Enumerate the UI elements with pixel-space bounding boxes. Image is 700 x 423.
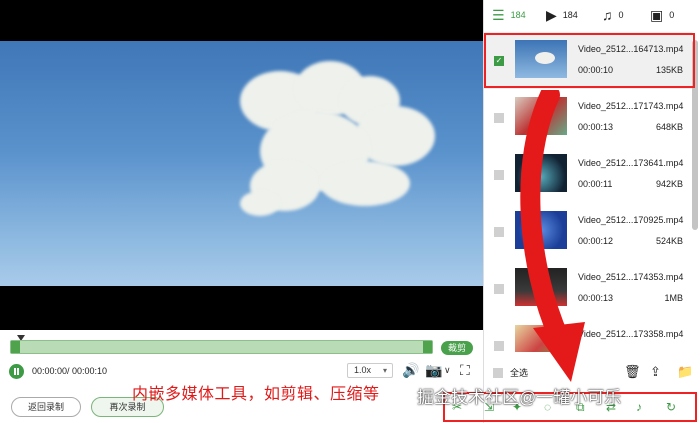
trim-timeline[interactable] <box>10 340 433 354</box>
video-thumbnail <box>515 211 567 249</box>
video-thumbnail <box>515 97 567 135</box>
file-name: Video_2512...171743.mp4 <box>578 101 684 111</box>
list-item[interactable]: Video_2512...173358.mp4 <box>484 317 692 352</box>
watermark-text: 掘金技术社区@一罐小可乐 <box>417 388 622 407</box>
tab-audio[interactable]: ♫ 0 <box>602 8 624 22</box>
file-name: Video_2512...173641.mp4 <box>578 158 684 168</box>
tab-video-count: 184 <box>562 10 578 20</box>
tab-image[interactable]: ▣ 0 <box>650 8 674 22</box>
list-item[interactable]: Video_2512...173641.mp4 00:00:11 942KB <box>484 146 692 203</box>
file-size: 942KB <box>655 179 683 189</box>
file-duration: 00:00:10 <box>578 65 614 75</box>
chevron-down-icon: ▾ <box>382 366 387 375</box>
list-item[interactable]: Video_2512...171743.mp4 00:00:13 648KB <box>484 89 692 146</box>
tab-video[interactable]: ▶ 184 <box>546 8 578 22</box>
back-to-record-button[interactable]: 返回录制 <box>11 397 81 417</box>
video-frame <box>0 41 483 286</box>
item-checkbox[interactable] <box>494 113 504 123</box>
time-readout: 00:00:00/ 00:00:10 <box>32 366 108 376</box>
media-tabs: ☰ 184 ▶ 184 ♫ 0 ▣ 0 <box>484 0 700 32</box>
video-thumbnail <box>515 154 567 192</box>
screen-recorder-window: 裁剪 00:00:00/ 00:00:10 1.0x ▾ 🔊 📷 ∨ ⛶ 返回录… <box>0 0 700 423</box>
list-item[interactable]: Video_2512...170925.mp4 00:00:12 524KB <box>484 203 692 260</box>
tab-all[interactable]: ☰ 184 <box>492 8 526 22</box>
file-name: Video_2512...174353.mp4 <box>578 272 684 282</box>
fullscreen-icon[interactable]: ⛶ <box>460 362 470 378</box>
tab-all-count: 184 <box>510 10 526 20</box>
video-preview[interactable] <box>0 0 483 330</box>
tab-image-count: 0 <box>669 10 675 20</box>
file-name: Video_2512...170925.mp4 <box>578 215 684 225</box>
music-icon[interactable]: ♪ <box>636 400 642 414</box>
list-item[interactable]: ✓ Video_2512...164713.mp4 00:00:10 135KB <box>484 32 692 89</box>
item-checkbox[interactable] <box>494 170 504 180</box>
list-icon: ☰ <box>492 7 505 23</box>
annotation-text: 内嵌多媒体工具，如剪辑、压缩等 <box>132 386 380 403</box>
pause-button[interactable] <box>9 364 24 379</box>
item-checkbox[interactable] <box>494 341 504 351</box>
chevron-down-icon[interactable]: ∨ <box>444 362 451 378</box>
video-thumbnail <box>515 268 567 306</box>
trash-icon[interactable]: 🗑 <box>624 364 641 380</box>
file-duration: 00:00:13 <box>578 293 614 303</box>
trim-start-handle[interactable] <box>11 341 20 353</box>
speed-value: 1.0x <box>354 365 372 375</box>
video-thumbnail <box>515 40 567 78</box>
select-all-label: 全选 <box>510 368 529 378</box>
camera-icon[interactable]: 📷 <box>425 362 442 378</box>
item-checkbox[interactable]: ✓ <box>494 56 504 66</box>
list-item[interactable]: Video_2512...174353.mp4 00:00:13 1MB <box>484 260 692 317</box>
list-scrollbar[interactable] <box>692 40 698 230</box>
file-name: Video_2512...164713.mp4 <box>578 44 684 54</box>
file-name: Video_2512...173358.mp4 <box>578 329 684 339</box>
video-thumbnail <box>515 325 567 352</box>
export-icon[interactable]: ⇪ <box>650 364 661 380</box>
file-duration: 00:00:11 <box>578 179 613 189</box>
video-icon: ▶ <box>546 7 557 23</box>
tab-audio-count: 0 <box>618 10 624 20</box>
speed-select[interactable]: 1.0x ▾ <box>347 363 393 378</box>
file-list-panel: ☰ 184 ▶ 184 ♫ 0 ▣ 0 ✓ Video_2512...16471… <box>483 0 700 423</box>
file-duration: 00:00:12 <box>578 236 614 246</box>
trim-end-handle[interactable] <box>423 341 432 353</box>
trim-button[interactable]: 裁剪 <box>441 341 473 355</box>
image-icon: ▣ <box>650 7 664 23</box>
select-all[interactable]: 全选 <box>493 366 528 379</box>
item-checkbox[interactable] <box>494 284 504 294</box>
volume-icon[interactable]: 🔊 <box>402 362 419 378</box>
file-duration: 00:00:13 <box>578 122 614 132</box>
folder-icon[interactable]: 📁 <box>677 364 693 380</box>
file-list: ✓ Video_2512...164713.mp4 00:00:10 135KB… <box>484 32 692 352</box>
file-size: 524KB <box>655 236 683 246</box>
item-checkbox[interactable] <box>494 227 504 237</box>
file-size: 1MB <box>664 293 683 303</box>
select-all-checkbox[interactable] <box>493 367 503 378</box>
rotate-icon[interactable]: ↻ <box>666 400 676 414</box>
music-icon: ♫ <box>602 7 613 23</box>
file-size: 135KB <box>655 65 683 75</box>
file-size: 648KB <box>655 122 683 132</box>
